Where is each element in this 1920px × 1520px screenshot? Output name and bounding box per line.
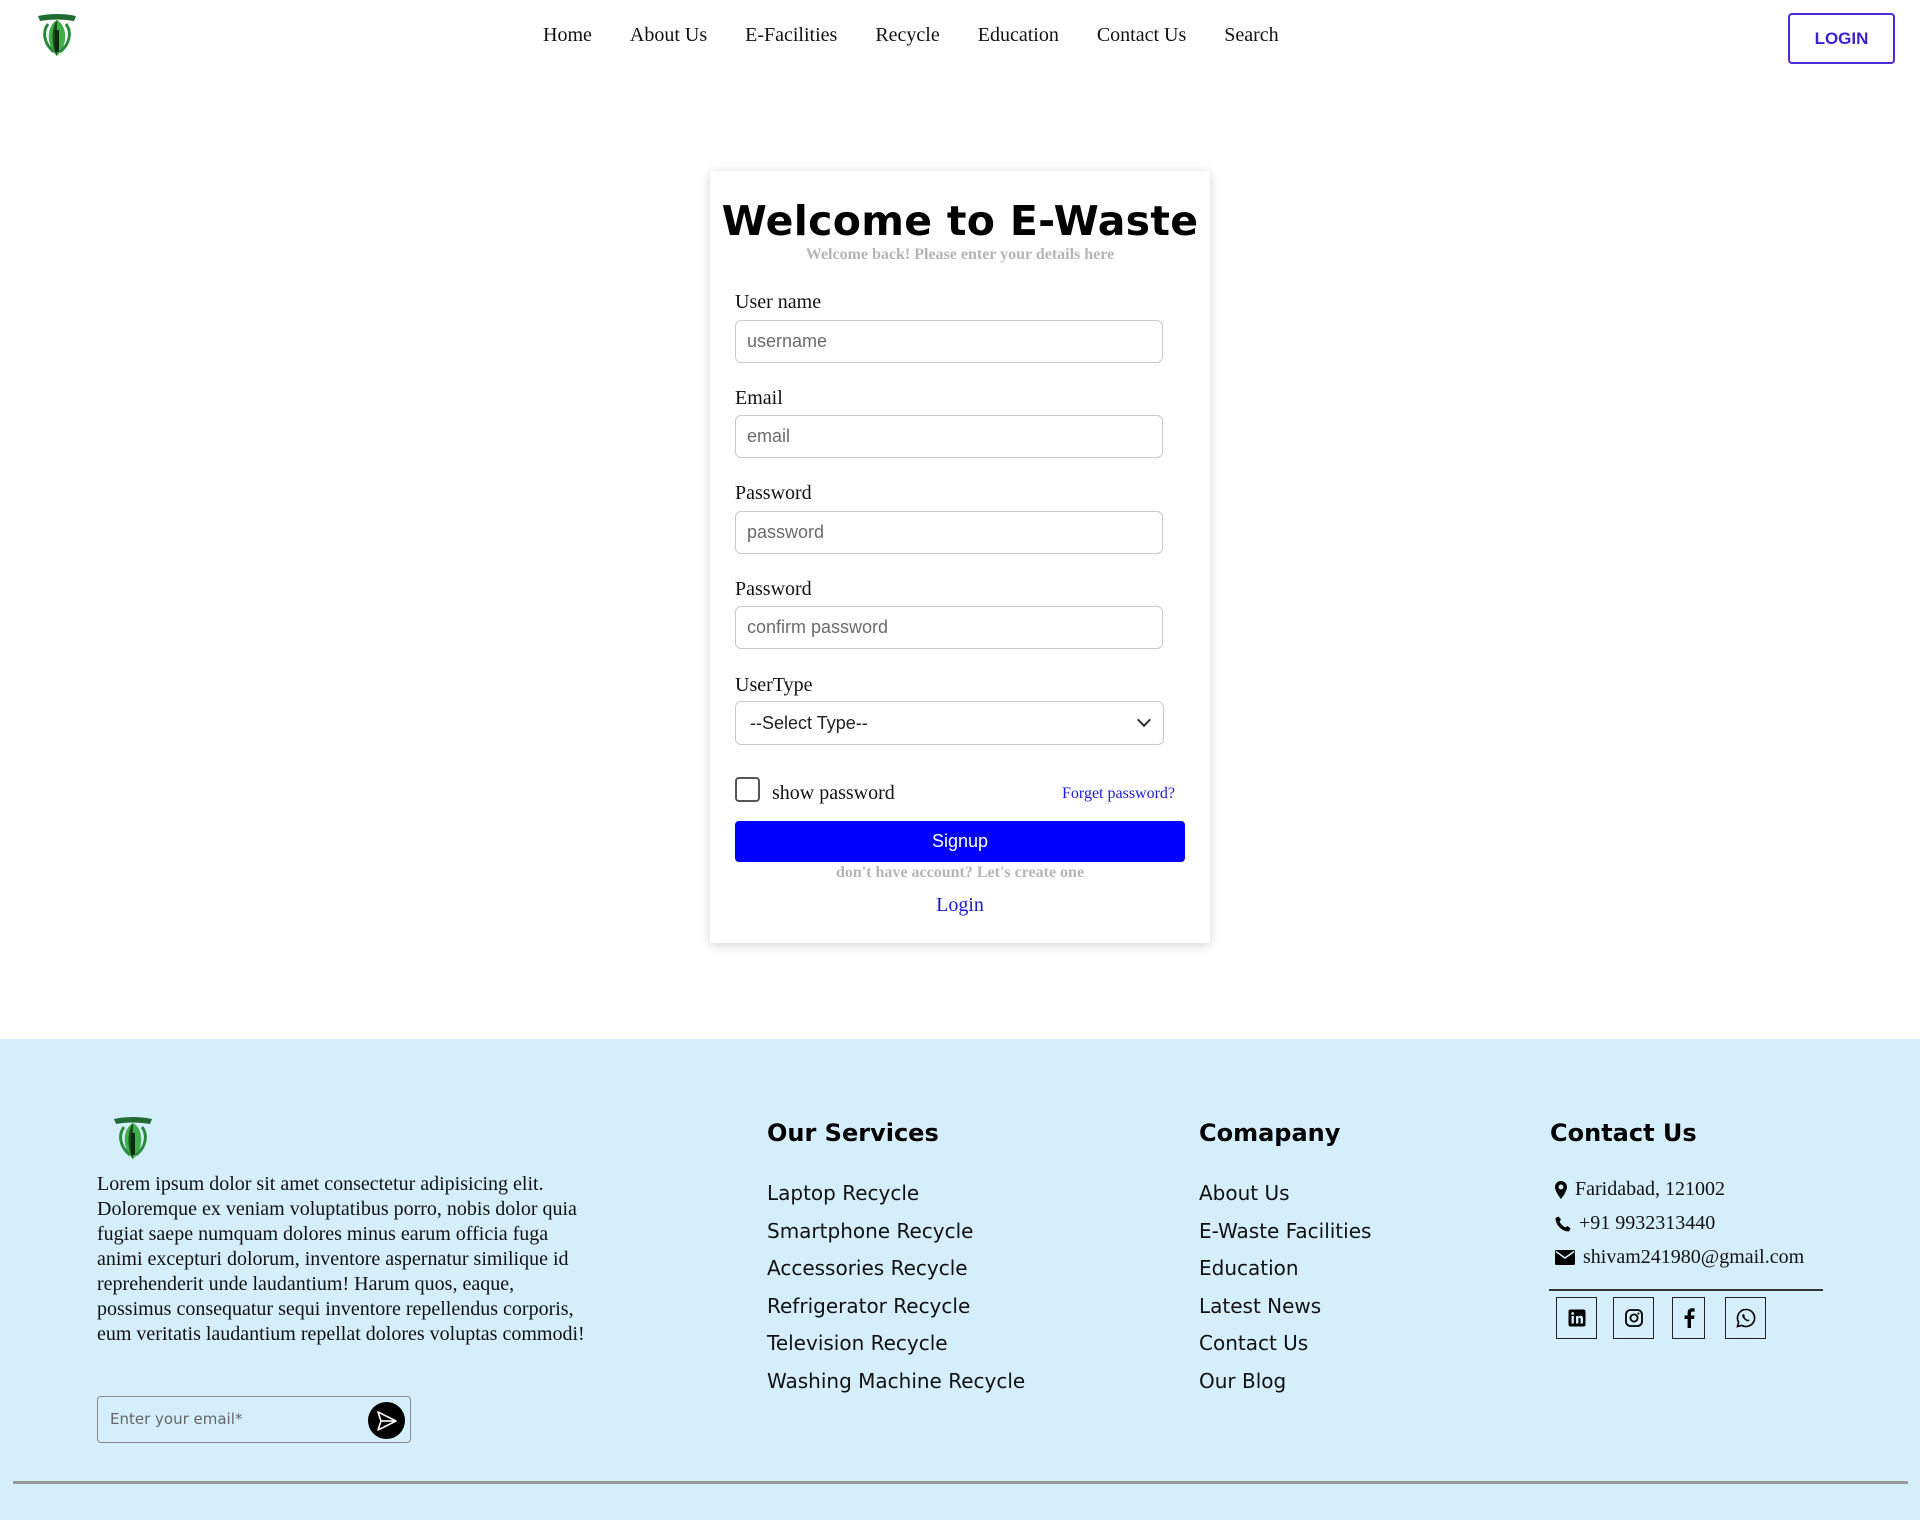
contact-address-text: Faridabad, 121002 xyxy=(1575,1178,1725,1200)
header-login-button[interactable]: LOGIN xyxy=(1788,13,1895,64)
company-link-blog[interactable]: Our Blog xyxy=(1199,1368,1371,1406)
site-logo-icon[interactable] xyxy=(34,12,80,58)
password-label: Password xyxy=(735,482,812,504)
password-input[interactable] xyxy=(735,511,1163,554)
usertype-label: UserType xyxy=(735,674,813,696)
contact-address: Faridabad, 121002 xyxy=(1555,1178,1725,1201)
contact-title: Contact Us xyxy=(1550,1119,1697,1147)
instagram-icon[interactable] xyxy=(1613,1297,1654,1339)
service-link-accessories[interactable]: Accessories Recycle xyxy=(767,1255,1025,1293)
company-link-education[interactable]: Education xyxy=(1199,1255,1371,1293)
main-nav: Home About Us E-Facilities Recycle Educa… xyxy=(543,24,1317,47)
site-footer: Lorem ipsum dolor sit amet consectetur a… xyxy=(0,1039,1920,1520)
footer-logo-icon xyxy=(114,1117,152,1159)
newsletter-form[interactable]: Enter your email* xyxy=(97,1396,411,1443)
nav-education[interactable]: Education xyxy=(978,24,1059,47)
usertype-select[interactable]: --Select Type-- xyxy=(735,701,1164,745)
signup-button[interactable]: Signup xyxy=(735,821,1185,862)
service-link-washing-machine[interactable]: Washing Machine Recycle xyxy=(767,1368,1025,1406)
service-link-refrigerator[interactable]: Refrigerator Recycle xyxy=(767,1293,1025,1331)
nav-home[interactable]: Home xyxy=(543,24,592,47)
confirm-password-label: Password xyxy=(735,578,812,600)
map-marker-icon xyxy=(1555,1180,1567,1199)
envelope-icon xyxy=(1555,1250,1575,1265)
chevron-down-icon xyxy=(1136,712,1152,728)
company-link-facilities[interactable]: E-Waste Facilities xyxy=(1199,1218,1371,1256)
email-input[interactable] xyxy=(735,415,1163,458)
nav-e-facilities[interactable]: E-Facilities xyxy=(745,24,837,47)
forget-password-link[interactable]: Forget password? xyxy=(1062,785,1175,803)
service-link-television[interactable]: Television Recycle xyxy=(767,1330,1025,1368)
company-link-news[interactable]: Latest News xyxy=(1199,1293,1371,1331)
no-account-text: don't have account? Let's create one xyxy=(835,864,1085,881)
email-label: Email xyxy=(735,387,783,409)
form-title: Welcome to E-Waste xyxy=(721,197,1199,245)
company-list: About Us E-Waste Facilities Education La… xyxy=(1199,1180,1371,1405)
company-link-about[interactable]: About Us xyxy=(1199,1180,1371,1218)
contact-email: shivam241980@gmail.com xyxy=(1555,1246,1804,1269)
confirm-password-input[interactable] xyxy=(735,606,1163,649)
footer-bottom-divider xyxy=(13,1481,1908,1484)
service-link-laptop[interactable]: Laptop Recycle xyxy=(767,1180,1025,1218)
form-subtitle: Welcome back! Please enter your details … xyxy=(805,246,1115,263)
nav-contact-us[interactable]: Contact Us xyxy=(1097,24,1186,47)
username-label: User name xyxy=(735,291,822,313)
footer-about-text: Lorem ipsum dolor sit amet consectetur a… xyxy=(97,1173,585,1345)
service-link-smartphone[interactable]: Smartphone Recycle xyxy=(767,1218,1025,1256)
show-password-label: show password xyxy=(772,782,895,804)
services-title: Our Services xyxy=(767,1119,939,1147)
contact-divider xyxy=(1549,1289,1823,1291)
company-link-contact[interactable]: Contact Us xyxy=(1199,1330,1371,1368)
send-icon[interactable] xyxy=(368,1402,405,1439)
contact-phone-text: +91 9932313440 xyxy=(1579,1212,1716,1234)
company-title: Comapany xyxy=(1199,1119,1341,1147)
nav-about-us[interactable]: About Us xyxy=(630,24,707,47)
signup-card: Welcome to E-Waste Welcome back! Please … xyxy=(710,171,1210,943)
nav-search[interactable]: Search xyxy=(1224,24,1278,47)
site-header: Home About Us E-Facilities Recycle Educa… xyxy=(0,0,1920,76)
show-password-checkbox[interactable] xyxy=(735,777,760,802)
linkedin-icon[interactable] xyxy=(1556,1297,1597,1339)
facebook-icon[interactable] xyxy=(1672,1297,1705,1339)
usertype-selected-value: --Select Type-- xyxy=(750,712,868,733)
whatsapp-icon[interactable] xyxy=(1725,1297,1766,1339)
contact-phone: +91 9932313440 xyxy=(1555,1212,1715,1235)
services-list: Laptop Recycle Smartphone Recycle Access… xyxy=(767,1180,1025,1405)
phone-icon xyxy=(1555,1216,1571,1231)
contact-email-text: shivam241980@gmail.com xyxy=(1583,1246,1805,1268)
login-link[interactable]: Login xyxy=(710,894,1210,917)
username-input[interactable] xyxy=(735,320,1163,363)
newsletter-email-input[interactable]: Enter your email* xyxy=(110,1410,242,1428)
nav-recycle[interactable]: Recycle xyxy=(875,24,939,47)
